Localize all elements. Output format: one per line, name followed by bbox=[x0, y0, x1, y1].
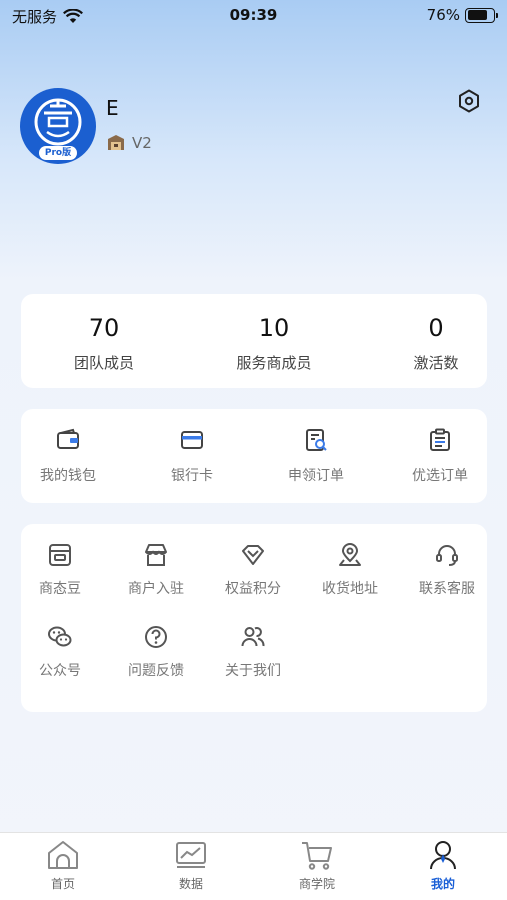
quick-item-label: 优选订单 bbox=[412, 468, 468, 484]
stat-value: 70 bbox=[88, 314, 120, 342]
tab-bar: 首页 数据 商学院 我的 bbox=[0, 832, 507, 900]
service-item-label: 关于我们 bbox=[225, 663, 281, 679]
quick-item-wallet[interactable]: 我的钱包 bbox=[18, 427, 118, 485]
service-item-label: 公众号 bbox=[39, 663, 81, 679]
location-icon bbox=[339, 543, 361, 566]
stats-card: 70 团队成员 10 服务商成员 0 激活数 bbox=[21, 294, 487, 388]
tab-label: 首页 bbox=[50, 877, 75, 891]
quick-item-label: 申领订单 bbox=[288, 468, 344, 484]
battery-icon bbox=[465, 7, 498, 23]
service-item-official-account[interactable]: 公众号 bbox=[15, 624, 105, 680]
wallet-icon bbox=[57, 428, 79, 449]
settings-icon[interactable] bbox=[456, 88, 482, 114]
bean-box-icon bbox=[49, 544, 71, 566]
status-bar: 无服务 09:39 76% bbox=[0, 0, 507, 32]
claim-order-icon bbox=[306, 429, 327, 451]
service-item-label: 收货地址 bbox=[322, 581, 378, 597]
level-badge-icon bbox=[108, 135, 124, 150]
avatar[interactable]: Pro版 bbox=[20, 88, 96, 164]
chart-icon bbox=[176, 842, 206, 868]
service-item-label: 权益积分 bbox=[225, 581, 281, 597]
headset-icon bbox=[436, 545, 458, 566]
stat-provider-members[interactable]: 10 服务商成员 bbox=[204, 314, 344, 373]
tab-academy[interactable]: 商学院 bbox=[267, 839, 367, 892]
quick-actions-card: 我的钱包 银行卡 申领订单 优选订单 bbox=[21, 409, 487, 503]
service-item-bean[interactable]: 商态豆 bbox=[15, 542, 105, 598]
tab-label: 数据 bbox=[178, 877, 203, 891]
battery-percent: 76% bbox=[426, 6, 460, 24]
tab-data[interactable]: 数据 bbox=[141, 839, 241, 892]
quick-item-preferred-order[interactable]: 优选订单 bbox=[390, 427, 490, 485]
stat-label: 服务商成员 bbox=[236, 354, 312, 372]
service-item-label: 商态豆 bbox=[39, 581, 81, 597]
store-icon bbox=[145, 544, 167, 566]
stat-value: 10 bbox=[258, 314, 290, 342]
service-item-merchant[interactable]: 商户入驻 bbox=[111, 542, 201, 598]
preferred-order-icon bbox=[430, 428, 450, 451]
service-item-support[interactable]: 联系客服 bbox=[402, 542, 492, 598]
bank-card-icon bbox=[181, 431, 203, 449]
battery-fill bbox=[467, 10, 487, 20]
diamond-icon bbox=[242, 545, 264, 565]
wechat-icon bbox=[48, 626, 72, 647]
stat-team-members[interactable]: 70 团队成员 bbox=[34, 314, 174, 373]
profile-icon bbox=[430, 841, 456, 870]
quick-item-label: 我的钱包 bbox=[40, 468, 96, 484]
tab-label: 商学院 bbox=[298, 877, 335, 891]
stat-label: 激活数 bbox=[413, 354, 459, 372]
battery-info: 76% bbox=[426, 6, 498, 24]
service-item-points[interactable]: 权益积分 bbox=[208, 542, 298, 598]
pro-badge: Pro版 bbox=[39, 146, 77, 160]
user-level: V2 bbox=[106, 134, 152, 152]
quick-item-claim-order[interactable]: 申领订单 bbox=[266, 427, 366, 485]
tab-home[interactable]: 首页 bbox=[13, 839, 113, 892]
service-item-label: 联系客服 bbox=[419, 581, 475, 597]
home-icon bbox=[48, 841, 78, 869]
service-item-label: 商户入驻 bbox=[128, 581, 184, 597]
cart-icon bbox=[302, 842, 332, 870]
tab-label: 我的 bbox=[430, 877, 455, 891]
service-item-address[interactable]: 收货地址 bbox=[305, 542, 395, 598]
level-label: V2 bbox=[132, 134, 152, 152]
stat-label: 团队成员 bbox=[73, 354, 134, 372]
users-icon bbox=[241, 627, 265, 647]
user-name: E bbox=[106, 96, 119, 120]
services-card: 商态豆 商户入驻 权益积分 收货地址 联系客服 公众号 问题反馈 关于我们 bbox=[21, 524, 487, 712]
service-item-about[interactable]: 关于我们 bbox=[208, 624, 298, 680]
service-item-feedback[interactable]: 问题反馈 bbox=[111, 624, 201, 680]
service-item-label: 问题反馈 bbox=[128, 663, 184, 679]
stat-activations[interactable]: 0 激活数 bbox=[366, 314, 506, 373]
quick-item-label: 银行卡 bbox=[171, 468, 213, 484]
quick-item-bank-card[interactable]: 银行卡 bbox=[142, 427, 242, 485]
question-icon bbox=[145, 626, 167, 648]
tab-mine[interactable]: 我的 bbox=[393, 839, 493, 892]
stat-value: 0 bbox=[428, 314, 444, 342]
